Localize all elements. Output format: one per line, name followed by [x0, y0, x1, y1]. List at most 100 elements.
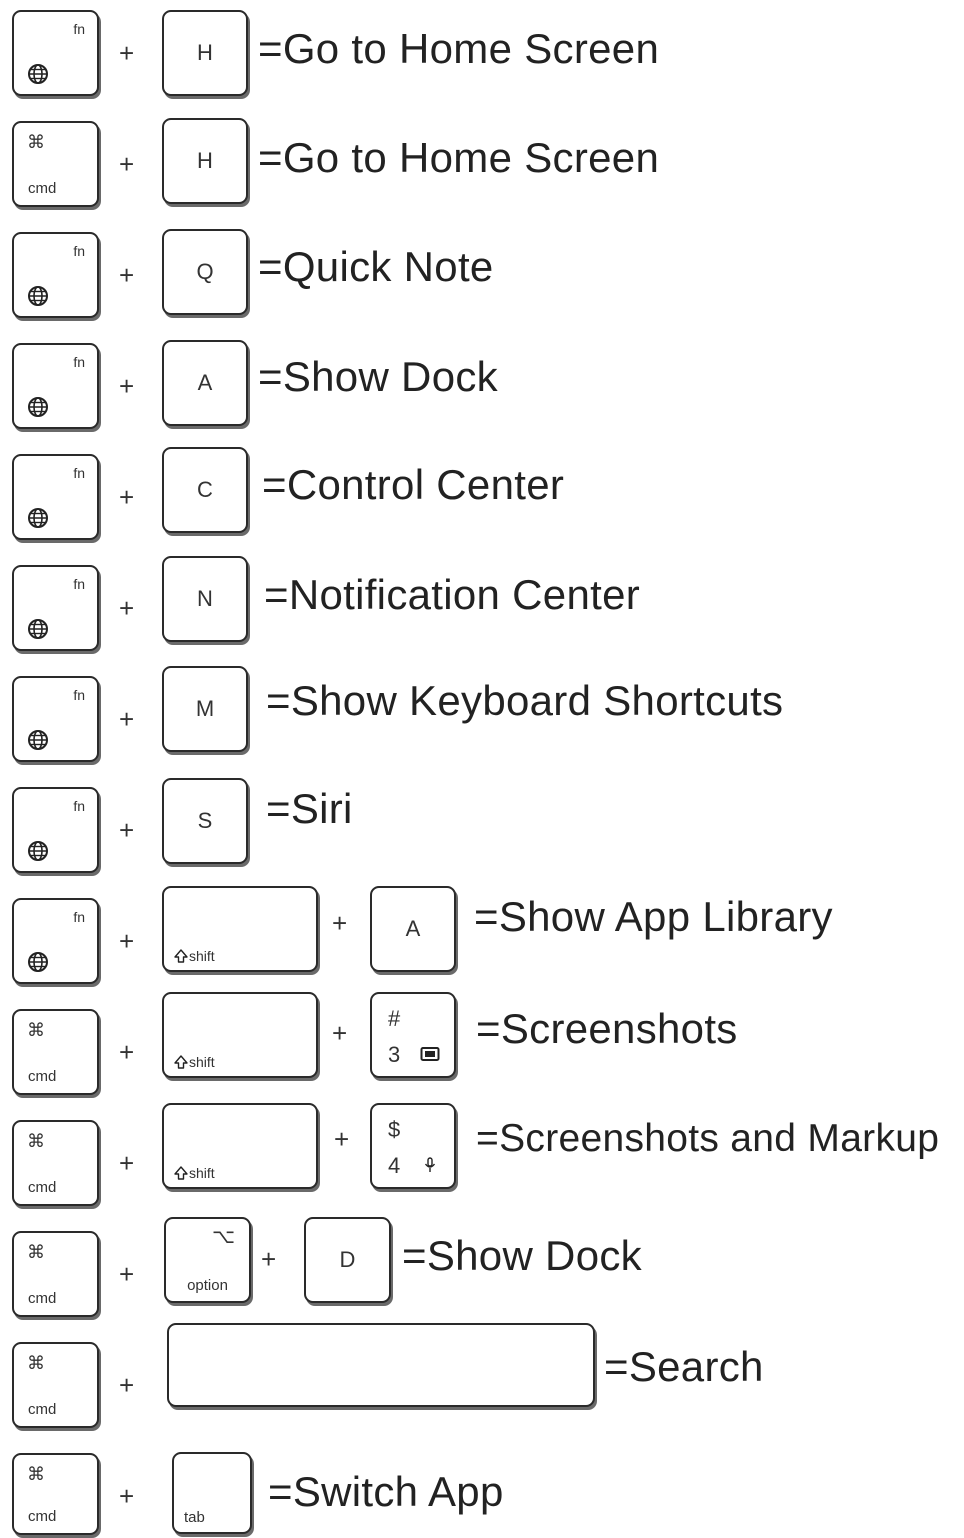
key-letter: M — [195, 696, 215, 721]
shortcut-description: =Search — [604, 1343, 764, 1390]
fn-globe-key: fn — [12, 454, 99, 540]
fn-globe-key: fn — [12, 232, 99, 318]
key-letter: C — [197, 477, 213, 502]
shortcut-description: =Screenshots and Markup — [476, 1117, 940, 1160]
shortcut-description: =Show Keyboard Shortcuts — [266, 677, 784, 724]
shift-arrow-icon — [174, 1055, 188, 1069]
digit-four: 4 — [388, 1153, 401, 1178]
shortcut-description: =Go to Home Screen — [258, 134, 660, 181]
plus-sign: + — [119, 482, 135, 512]
globe-icon — [28, 64, 48, 84]
a-key: A — [370, 886, 456, 972]
option-label: option — [187, 1277, 228, 1294]
space-key — [167, 1323, 595, 1407]
digit-three: 3 — [388, 1042, 401, 1067]
key-letter: Q — [196, 259, 214, 284]
plus-sign: + — [332, 1018, 348, 1048]
plus-sign: + — [119, 371, 135, 401]
n-key: N — [162, 556, 248, 642]
shortcut-description: =Go to Home Screen — [258, 25, 660, 72]
key-letter: S — [197, 808, 213, 833]
globe-icon — [28, 952, 48, 972]
plus-sign: + — [334, 1124, 350, 1154]
command-icon: ⌘ — [27, 1464, 45, 1484]
dollar-symbol: $ — [388, 1117, 401, 1142]
cmd-label: cmd — [28, 1508, 57, 1525]
q-key: Q — [162, 229, 248, 315]
s-key: S — [162, 778, 248, 864]
cmd-key: ⌘ cmd — [12, 1342, 99, 1428]
shortcut-description: =Siri — [266, 785, 353, 832]
plus-sign: + — [119, 593, 135, 623]
cmd-label: cmd — [28, 1290, 57, 1307]
globe-icon — [28, 397, 48, 417]
microphone-icon — [424, 1157, 436, 1172]
c-key: C — [162, 447, 248, 533]
key-letter: H — [197, 148, 213, 173]
hash-symbol: # — [388, 1006, 401, 1031]
option-key: ⌥ option — [164, 1217, 251, 1303]
globe-icon — [28, 841, 48, 861]
fn-label: fn — [73, 798, 85, 814]
shortcut-description: =Screenshots — [476, 1005, 738, 1052]
globe-icon — [28, 286, 48, 306]
fn-label: fn — [73, 465, 85, 481]
cmd-key: ⌘ cmd — [12, 1453, 99, 1535]
cmd-label: cmd — [28, 180, 57, 197]
fn-label: fn — [73, 909, 85, 925]
fn-globe-key: fn — [12, 343, 99, 429]
shortcut-description: =Show Dock — [258, 353, 498, 400]
command-icon: ⌘ — [27, 1131, 45, 1151]
cmd-key: ⌘ cmd — [12, 1120, 99, 1206]
shift-key: shift — [162, 992, 318, 1078]
shortcut-description: =Quick Note — [258, 243, 494, 290]
plus-sign: + — [119, 149, 135, 179]
shift-arrow-icon — [174, 949, 188, 963]
command-icon: ⌘ — [27, 1242, 45, 1262]
screenshot-icon — [420, 1047, 440, 1061]
plus-sign: + — [119, 1259, 135, 1289]
three-hash-key: # 3 — [370, 992, 456, 1078]
fn-label: fn — [73, 687, 85, 703]
plus-sign: + — [119, 815, 135, 845]
shift-text: shift — [189, 1054, 215, 1070]
fn-globe-key: fn — [12, 898, 99, 984]
plus-sign: + — [119, 260, 135, 290]
plus-sign: + — [119, 1148, 135, 1178]
key-letter: A — [405, 916, 421, 941]
cmd-label: cmd — [28, 1068, 57, 1085]
plus-sign: + — [119, 926, 135, 956]
shortcut-description: =Switch App — [268, 1468, 504, 1515]
four-dollar-key: $ 4 — [370, 1103, 456, 1189]
d-key: D — [304, 1217, 391, 1303]
command-icon: ⌘ — [27, 1353, 45, 1373]
plus-sign: + — [261, 1244, 277, 1274]
fn-label: fn — [73, 576, 85, 592]
shift-arrow-icon — [174, 1166, 188, 1180]
key-letter: A — [197, 370, 213, 395]
key-letter: H — [197, 40, 213, 65]
plus-sign: + — [119, 704, 135, 734]
tab-key: tab — [172, 1452, 252, 1534]
fn-label: fn — [73, 354, 85, 370]
fn-globe-key: fn — [12, 565, 99, 651]
key-letter: D — [339, 1247, 356, 1272]
plus-sign: + — [119, 1037, 135, 1067]
shortcut-description: =Show App Library — [474, 893, 833, 940]
shift-key: shift — [162, 1103, 318, 1189]
plus-sign: + — [119, 1370, 135, 1400]
shift-text: shift — [189, 948, 215, 964]
command-icon: ⌘ — [27, 132, 45, 152]
shift-label: shift — [174, 1166, 215, 1180]
cmd-key: ⌘ cmd — [12, 1231, 99, 1317]
m-key: M — [162, 666, 248, 752]
shift-label: shift — [174, 1055, 215, 1069]
fn-globe-key: fn — [12, 10, 99, 96]
cmd-key: ⌘ cmd — [12, 121, 99, 207]
cmd-label: cmd — [28, 1179, 57, 1196]
a-key: A — [162, 340, 248, 426]
shortcut-description: =Show Dock — [402, 1232, 642, 1279]
shift-text: shift — [189, 1165, 215, 1181]
fn-label: fn — [73, 21, 85, 37]
tab-label: tab — [184, 1509, 205, 1526]
